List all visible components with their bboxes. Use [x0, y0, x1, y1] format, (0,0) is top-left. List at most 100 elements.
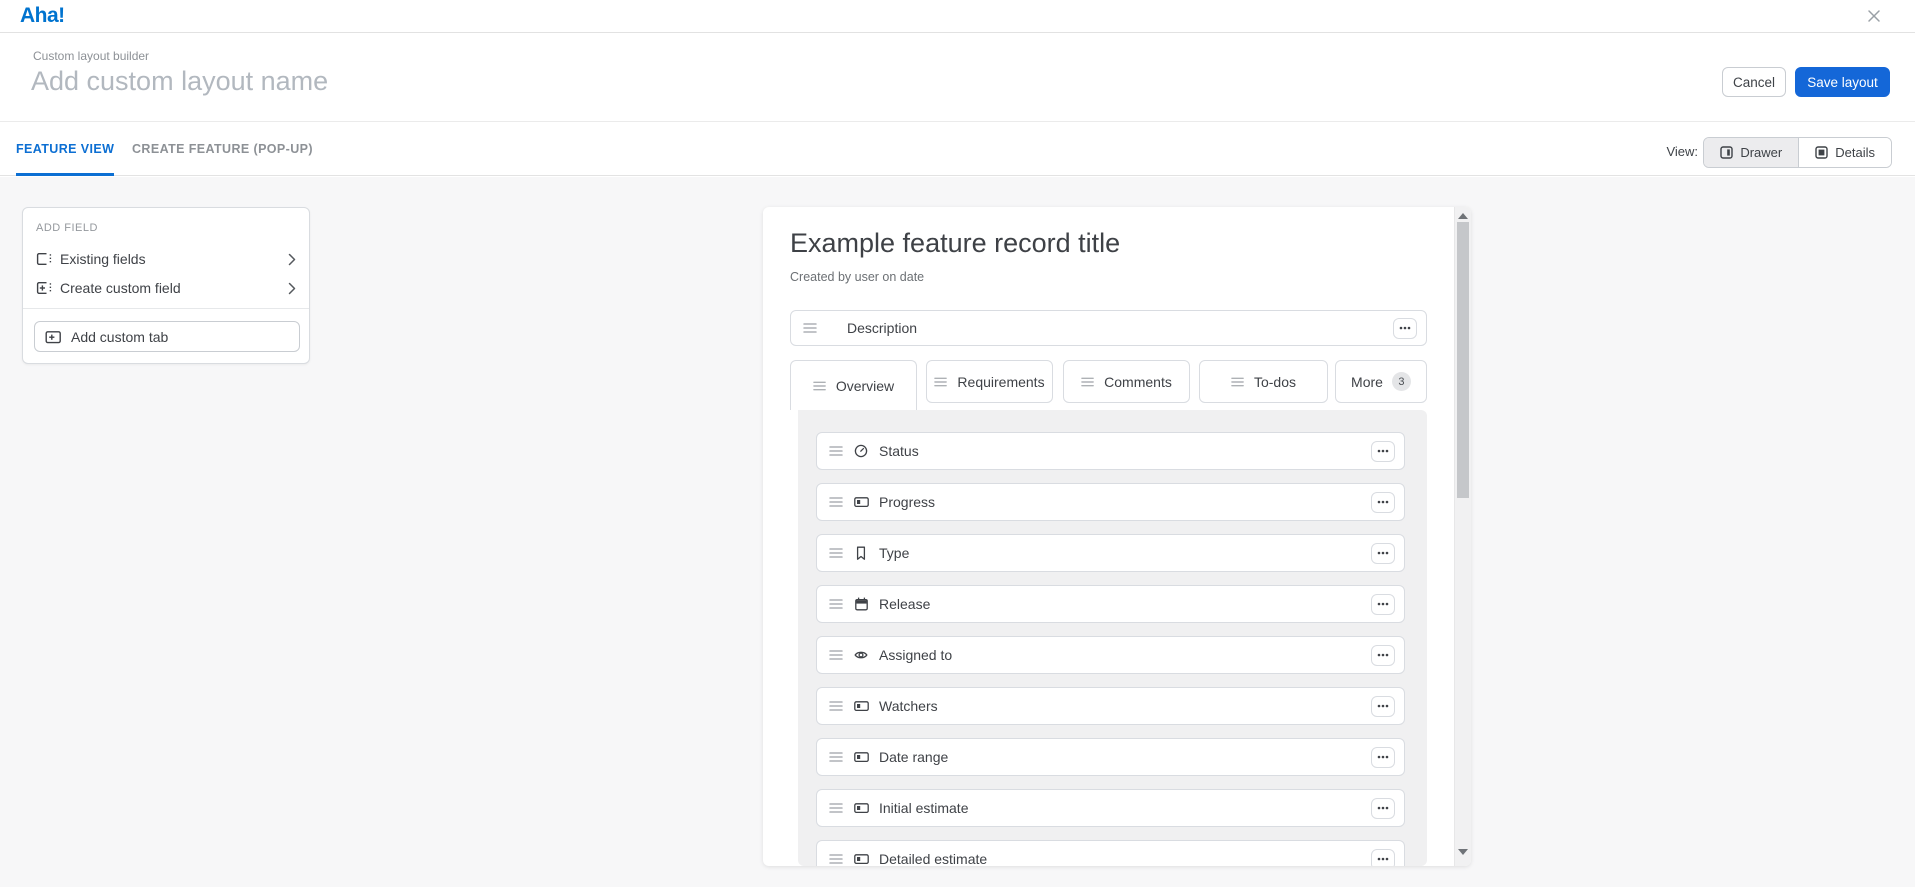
field-menu-button[interactable]: [1371, 492, 1395, 513]
drag-handle-icon[interactable]: [829, 496, 844, 508]
progress-bar-icon: [854, 495, 869, 509]
eye-icon: [854, 648, 869, 662]
drag-handle-icon[interactable]: [813, 380, 827, 392]
progress-bar-icon: [854, 750, 869, 764]
drag-handle-icon[interactable]: [829, 700, 844, 712]
ellipsis-icon: [1377, 449, 1389, 453]
builder-content: ADD FIELD Existing fields Create custom …: [0, 177, 1915, 887]
calendar-icon: [854, 597, 869, 611]
drag-handle-icon[interactable]: [1081, 376, 1095, 388]
record-subtitle: Created by user on date: [790, 270, 924, 284]
field-label: Date range: [879, 749, 948, 765]
record-tab-todos[interactable]: To-dos: [1199, 360, 1328, 403]
scroll-down-icon[interactable]: [1458, 849, 1468, 856]
card-scrollbar[interactable]: [1454, 207, 1471, 866]
field-menu-button[interactable]: [1371, 645, 1395, 666]
field-row-progress[interactable]: Progress: [816, 483, 1405, 521]
panel-divider: [23, 308, 309, 309]
field-row-status[interactable]: Status: [816, 432, 1405, 470]
record-tab-comments[interactable]: Comments: [1063, 360, 1190, 403]
field-label: Release: [879, 596, 930, 612]
overview-field-panel: Status Progress Type Release: [798, 410, 1427, 866]
view-drawer-button[interactable]: Drawer: [1704, 138, 1798, 167]
tab-create-feature-popup[interactable]: CREATE FEATURE (POP-UP): [132, 122, 313, 176]
save-layout-button[interactable]: Save layout: [1795, 67, 1890, 97]
add-custom-tab-button[interactable]: Add custom tab: [34, 321, 300, 352]
aha-logo[interactable]: Aha!: [20, 4, 65, 28]
record-tab-overview[interactable]: Overview: [790, 360, 917, 410]
drawer-button-label: Drawer: [1740, 145, 1782, 160]
create-custom-field-label: Create custom field: [60, 280, 288, 296]
drawer-icon: [1720, 146, 1733, 159]
ellipsis-icon: [1377, 704, 1389, 708]
drag-handle-icon[interactable]: [829, 853, 844, 865]
field-row-initial-estimate[interactable]: Initial estimate: [816, 789, 1405, 827]
field-menu-button[interactable]: [1371, 441, 1395, 462]
field-label: Type: [879, 545, 909, 561]
close-icon: [1867, 9, 1881, 23]
field-row-watchers[interactable]: Watchers: [816, 687, 1405, 725]
more-count-badge: 3: [1392, 372, 1411, 391]
view-toggle: Drawer Details: [1703, 137, 1892, 168]
field-label: Watchers: [879, 698, 938, 714]
field-menu-button[interactable]: [1371, 798, 1395, 819]
chevron-right-icon: [288, 253, 296, 266]
drag-handle-icon[interactable]: [829, 547, 844, 559]
close-button[interactable]: [1866, 9, 1882, 25]
scroll-up-icon[interactable]: [1458, 213, 1468, 220]
description-label: Description: [847, 320, 917, 336]
field-menu-button[interactable]: [1371, 747, 1395, 768]
cancel-button[interactable]: Cancel: [1722, 67, 1786, 97]
field-menu-button[interactable]: [1371, 543, 1395, 564]
drag-handle-icon[interactable]: [829, 649, 844, 661]
tab-feature-view[interactable]: FEATURE VIEW: [16, 122, 114, 176]
chevron-right-icon: [288, 282, 296, 295]
scrollbar-thumb[interactable]: [1457, 222, 1469, 498]
field-row-detailed-estimate[interactable]: Detailed estimate: [816, 840, 1405, 866]
record-title: Example feature record title: [790, 228, 1120, 259]
more-tab-label: More: [1351, 374, 1383, 390]
ellipsis-icon: [1377, 602, 1389, 606]
description-row[interactable]: Description: [790, 310, 1427, 346]
description-menu-button[interactable]: [1393, 318, 1417, 339]
existing-field-icon: [36, 252, 52, 266]
field-menu-button[interactable]: [1371, 849, 1395, 867]
drag-handle-icon[interactable]: [1231, 376, 1245, 388]
layout-name-input[interactable]: [31, 66, 931, 97]
top-bar: Aha!: [0, 0, 1915, 33]
field-menu-button[interactable]: [1371, 594, 1395, 615]
record-tab-requirements[interactable]: Requirements: [926, 360, 1053, 403]
builder-tab-bar: FEATURE VIEW CREATE FEATURE (POP-UP) Vie…: [0, 121, 1915, 176]
drag-handle-icon[interactable]: [934, 376, 948, 388]
field-row-date-range[interactable]: Date range: [816, 738, 1405, 776]
details-button-label: Details: [1835, 145, 1875, 160]
field-row-assigned-to[interactable]: Assigned to: [816, 636, 1405, 674]
record-tab-label: Overview: [836, 378, 894, 394]
record-tab-label: Requirements: [957, 374, 1044, 390]
layout-builder-header: Custom layout builder Cancel Save layout: [0, 34, 1915, 121]
record-tab-more[interactable]: More 3: [1335, 360, 1427, 403]
status-gauge-icon: [854, 444, 869, 458]
ellipsis-icon: [1399, 326, 1411, 330]
create-custom-field-item[interactable]: Create custom field: [29, 275, 305, 301]
add-field-panel: ADD FIELD Existing fields Create custom …: [22, 207, 310, 364]
field-label: Detailed estimate: [879, 851, 987, 866]
view-label: View:: [1666, 144, 1698, 159]
drag-handle-icon[interactable]: [829, 445, 844, 457]
field-row-release[interactable]: Release: [816, 585, 1405, 623]
drag-handle-icon[interactable]: [829, 598, 844, 610]
view-details-button[interactable]: Details: [1798, 138, 1891, 167]
add-tab-icon: [45, 330, 62, 344]
record-tab-label: To-dos: [1254, 374, 1296, 390]
ellipsis-icon: [1377, 653, 1389, 657]
field-row-type[interactable]: Type: [816, 534, 1405, 572]
builder-eyebrow-label: Custom layout builder: [33, 49, 149, 63]
ellipsis-icon: [1377, 551, 1389, 555]
ellipsis-icon: [1377, 857, 1389, 861]
drag-handle-icon[interactable]: [803, 322, 818, 334]
field-menu-button[interactable]: [1371, 696, 1395, 717]
ellipsis-icon: [1377, 500, 1389, 504]
drag-handle-icon[interactable]: [829, 802, 844, 814]
drag-handle-icon[interactable]: [829, 751, 844, 763]
existing-fields-item[interactable]: Existing fields: [29, 246, 305, 272]
